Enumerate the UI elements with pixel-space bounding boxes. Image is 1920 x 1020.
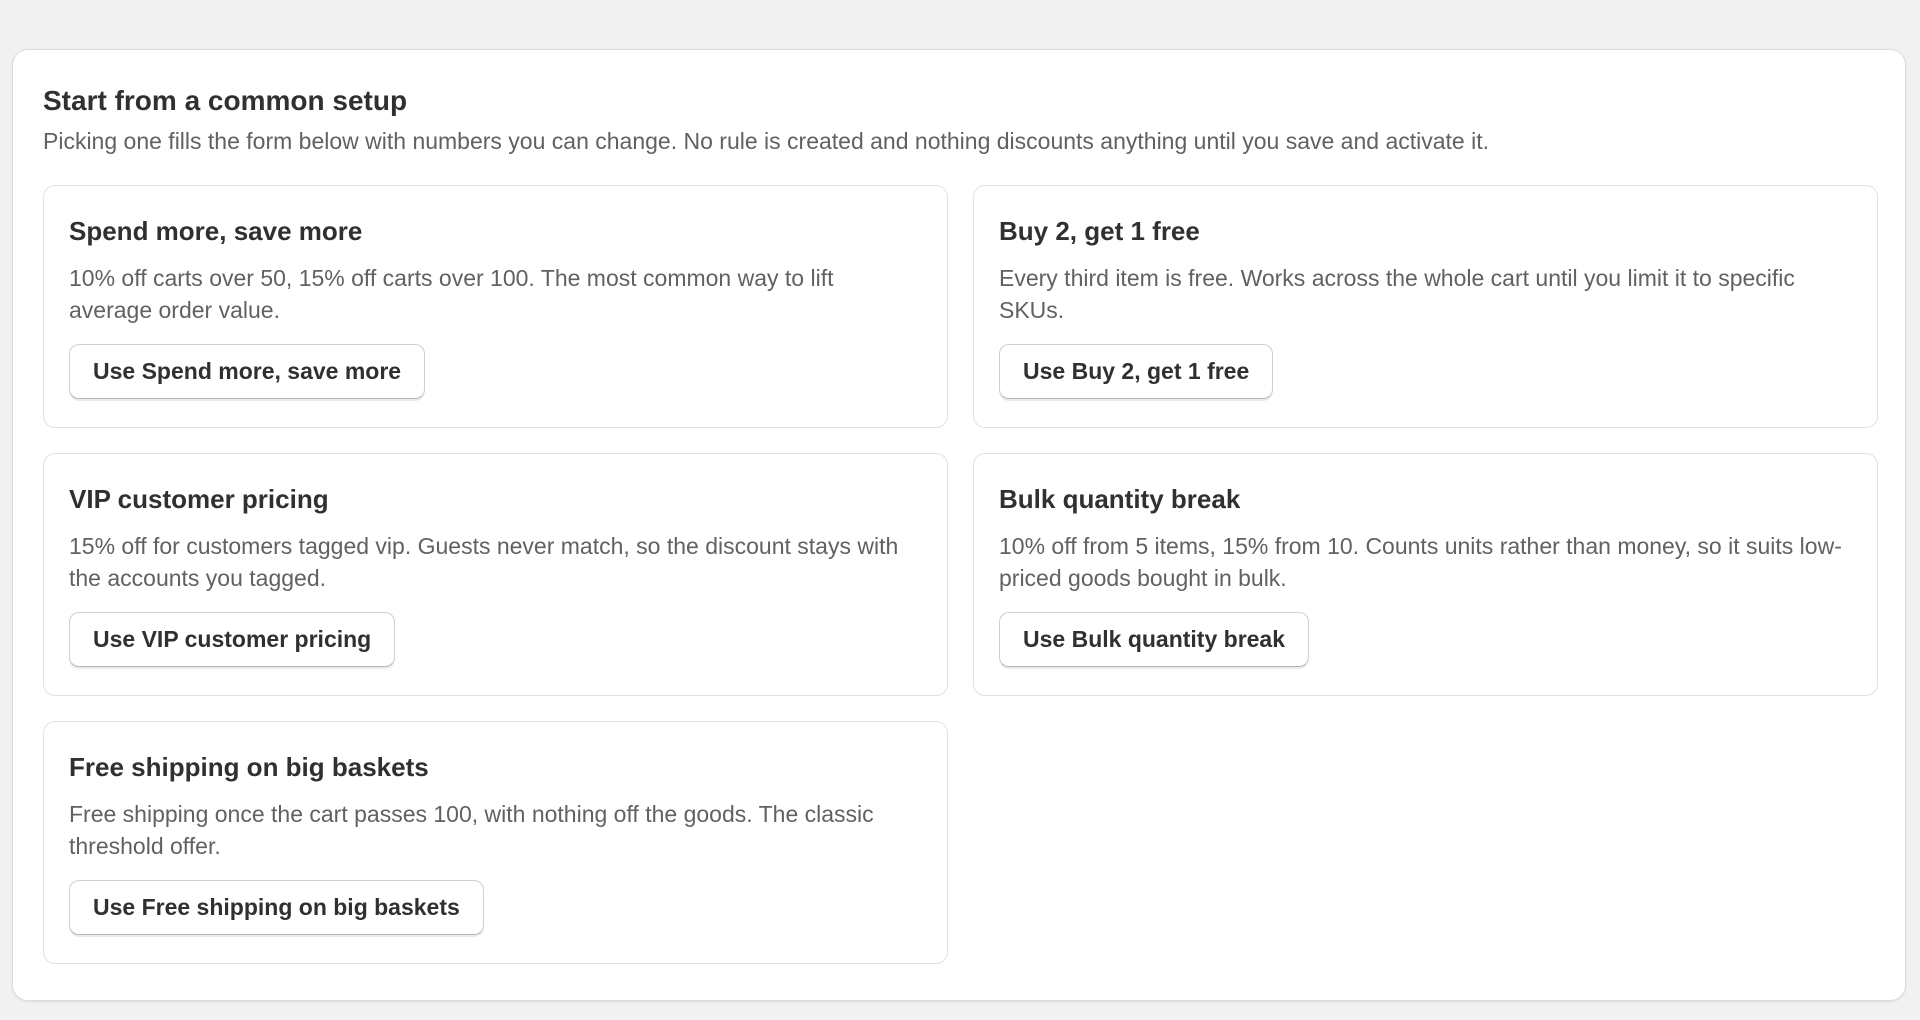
use-vip-pricing-button[interactable]: Use VIP customer pricing <box>69 612 396 667</box>
preset-card-title: VIP customer pricing <box>69 484 329 514</box>
preset-card-buy-2-get-1: Buy 2, get 1 free Every third item is fr… <box>973 185 1878 428</box>
preset-card-title: Spend more, save more <box>69 216 363 246</box>
preset-card-free-shipping: Free shipping on big baskets Free shippi… <box>43 721 948 964</box>
panel-description: Picking one fills the form below with nu… <box>43 128 1489 154</box>
preset-card-title: Buy 2, get 1 free <box>999 216 1200 246</box>
preset-grid: Spend more, save more 10% off carts over… <box>43 185 1878 964</box>
use-spend-more-button[interactable]: Use Spend more, save more <box>69 344 426 399</box>
preset-card-title: Free shipping on big baskets <box>69 752 429 782</box>
preset-card-vip-pricing: VIP customer pricing 15% off for custome… <box>43 453 948 696</box>
preset-card-description: 10% off from 5 items, 15% from 10. Count… <box>999 533 1842 591</box>
preset-card-description: 10% off carts over 50, 15% off carts ove… <box>69 265 834 323</box>
use-bulk-quantity-button[interactable]: Use Bulk quantity break <box>999 612 1310 667</box>
preset-card-description: Every third item is free. Works across t… <box>999 265 1795 323</box>
preset-card-title: Bulk quantity break <box>999 484 1241 514</box>
preset-card-description: Free shipping once the cart passes 100, … <box>69 801 874 859</box>
panel-title: Start from a common setup <box>43 85 408 116</box>
preset-card-bulk-quantity: Bulk quantity break 10% off from 5 items… <box>973 453 1878 696</box>
preset-card-spend-more: Spend more, save more 10% off carts over… <box>43 185 948 428</box>
use-free-shipping-button[interactable]: Use Free shipping on big baskets <box>69 880 484 935</box>
use-buy-2-get-1-button[interactable]: Use Buy 2, get 1 free <box>999 344 1274 399</box>
preset-panel: Start from a common setup Picking one fi… <box>12 49 1906 1001</box>
preset-card-description: 15% off for customers tagged vip. Guests… <box>69 533 899 591</box>
